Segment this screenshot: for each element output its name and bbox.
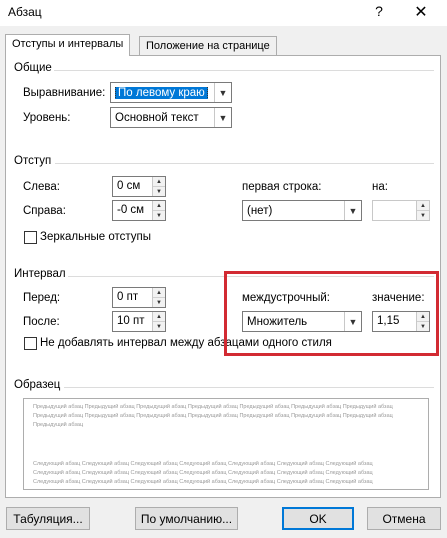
- set-default-button[interactable]: По умолчанию...: [135, 507, 238, 530]
- spin-down-icon[interactable]: ▼: [153, 210, 165, 220]
- spacing-before-value: 0 пт: [117, 291, 139, 303]
- tab-indents-spacing-label: Отступы и интервалы: [12, 38, 124, 50]
- indent-by-value: [373, 201, 416, 220]
- spin-down-icon[interactable]: ▼: [153, 321, 165, 331]
- window-title: Абзац: [8, 5, 42, 19]
- section-divider: [55, 163, 434, 164]
- section-divider: [54, 70, 434, 71]
- preview-line: Предыдущий абзац: [33, 422, 84, 428]
- preview-line: Предыдущий абзац Предыдущий абзац Предыд…: [33, 404, 393, 410]
- indent-right-label: Справа:: [23, 205, 66, 217]
- mirror-indents-checkbox[interactable]: [24, 231, 37, 244]
- tabs-button[interactable]: Табуляция...: [6, 507, 90, 530]
- first-line-select[interactable]: (нет) ▼: [242, 200, 362, 221]
- first-line-label: первая строка:: [242, 181, 322, 193]
- spacing-after-value: 10 пт: [117, 315, 145, 327]
- tab-line-page-breaks-label: Положение на странице: [146, 40, 270, 52]
- help-button[interactable]: ?: [372, 3, 386, 19]
- mirror-indents-label: Зеркальные отступы: [40, 231, 151, 243]
- spin-down-icon[interactable]: ▼: [417, 210, 429, 220]
- spin-up-icon[interactable]: ▲: [153, 201, 165, 210]
- indent-left-value: 0 см: [117, 180, 141, 192]
- spin-up-icon[interactable]: ▲: [153, 177, 165, 186]
- indent-by-label: на:: [372, 181, 388, 193]
- section-preview-title: Образец: [14, 379, 61, 391]
- first-line-value: (нет): [247, 204, 273, 217]
- indent-by-stepper[interactable]: ▲ ▼: [372, 200, 430, 221]
- chevron-down-icon: ▼: [214, 108, 231, 127]
- tab-line-page-breaks[interactable]: Положение на странице: [139, 36, 277, 56]
- indent-right-value: -0 см: [117, 204, 145, 216]
- spin-up-icon[interactable]: ▲: [153, 288, 165, 297]
- chevron-down-icon: ▼: [344, 201, 361, 220]
- preview-line: Следующий абзац Следующий абзац Следующи…: [33, 461, 373, 467]
- spacing-before-label: Перед:: [23, 292, 61, 304]
- preview-line: Следующий абзац Следующий абзац Следующи…: [33, 470, 373, 476]
- spin-down-icon[interactable]: ▼: [153, 297, 165, 307]
- spin-up-icon[interactable]: ▲: [153, 312, 165, 321]
- spin-up-icon[interactable]: ▲: [417, 201, 429, 210]
- level-label: Уровень:: [23, 112, 71, 124]
- alignment-select[interactable]: По левому краю ▼: [110, 82, 232, 103]
- spacing-before-stepper[interactable]: 0 пт ▲ ▼: [112, 287, 166, 308]
- spacing-after-label: После:: [23, 316, 60, 328]
- chevron-down-icon: ▼: [214, 83, 231, 102]
- section-divider: [64, 387, 434, 388]
- cancel-button[interactable]: Отмена: [367, 507, 441, 530]
- section-spacing-title: Интервал: [14, 268, 66, 280]
- spin-down-icon[interactable]: ▼: [153, 186, 165, 196]
- highlight-box: [224, 271, 439, 356]
- tab-indents-spacing[interactable]: Отступы и интервалы: [5, 34, 131, 56]
- preview-line: Предыдущий абзац Предыдущий абзац Предыд…: [33, 413, 393, 419]
- section-indent-title: Отступ: [14, 155, 52, 167]
- section-general-title: Общие: [14, 62, 52, 74]
- indent-left-stepper[interactable]: 0 см ▲ ▼: [112, 176, 166, 197]
- alignment-label: Выравнивание:: [23, 87, 106, 99]
- level-value: Основной текст: [115, 111, 199, 124]
- spacing-after-stepper[interactable]: 10 пт ▲ ▼: [112, 311, 166, 332]
- no-space-same-style-checkbox[interactable]: [24, 337, 37, 350]
- preview-line: Следующий абзац Следующий абзац Следующи…: [33, 479, 373, 485]
- alignment-value: По левому краю: [115, 86, 208, 99]
- ok-button[interactable]: OK: [282, 507, 354, 530]
- level-select[interactable]: Основной текст ▼: [110, 107, 232, 128]
- indent-right-stepper[interactable]: -0 см ▲ ▼: [112, 200, 166, 221]
- indent-left-label: Слева:: [23, 181, 60, 193]
- close-button[interactable]: ✕: [413, 2, 429, 22]
